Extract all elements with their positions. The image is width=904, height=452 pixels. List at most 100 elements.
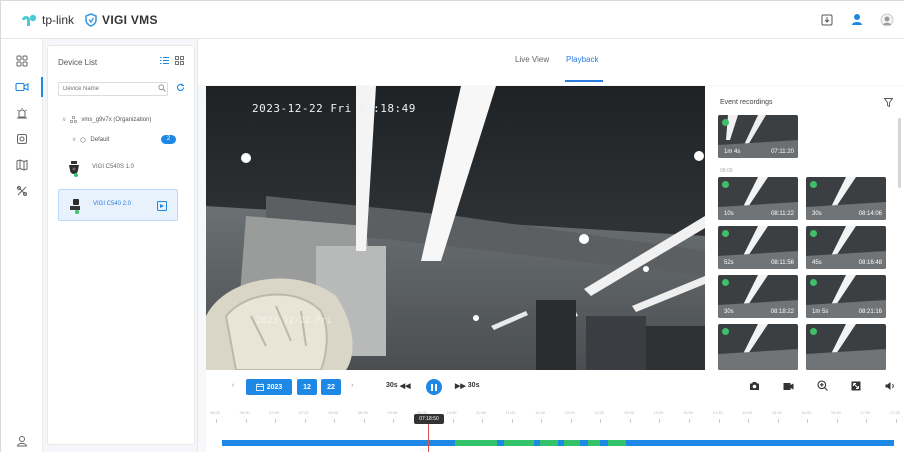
event-thumbnail[interactable] [718, 324, 798, 370]
timeline-tick [896, 419, 897, 423]
timeline-tick [334, 419, 336, 423]
prev-day-chevron-icon[interactable]: ‹ [232, 382, 234, 389]
event-segment [588, 440, 600, 446]
forward-label: 30s [467, 382, 480, 389]
timeline-tick-label: 06:30 [239, 410, 250, 415]
tab-live-view[interactable]: Live View [515, 55, 549, 64]
event-thumbnail[interactable]: 45s 08:16:48 [806, 226, 886, 269]
top-right-tools [819, 12, 895, 28]
grid-view-icon[interactable] [175, 56, 184, 65]
event-thumbnail[interactable]: 30s 08:18:22 [718, 275, 798, 318]
notification-icon[interactable] [849, 12, 865, 28]
device-item-c540s[interactable]: VIGI C540S 1.0 [58, 153, 178, 185]
pause-button[interactable] [426, 379, 442, 395]
timeline-tick [452, 419, 454, 423]
group-label: Default [90, 136, 110, 143]
timeline-tick [304, 419, 306, 423]
timeline-tick [216, 419, 217, 423]
event-type-icon [722, 230, 729, 237]
product-name: VIGI VMS [102, 12, 158, 27]
event-time: 07:11:20 [771, 149, 794, 155]
chevron-down-icon: ∨ [62, 117, 67, 123]
snapshot-camera-icon[interactable] [749, 381, 760, 391]
main-area: Live View Playback 2023-12-22 Fri 07:18:… [198, 39, 904, 452]
nav-tools[interactable] [1, 179, 43, 203]
camera-feed-image [206, 86, 705, 370]
timeline-tick [275, 419, 277, 423]
timeline-tick [541, 419, 543, 423]
timeline-tick [866, 419, 868, 423]
device-name: VIGI C540 2.0 [93, 201, 132, 207]
event-duration: 1m 5s [812, 309, 829, 315]
event-type-icon [722, 181, 729, 188]
timeline-ruler: 06:00 06:30 07:00 07:30 08:00 08:30 09:00 09:30… [206, 410, 904, 426]
event-time: 08:11:56 [771, 260, 794, 266]
event-thumbnail[interactable] [806, 324, 886, 370]
event-type-icon [810, 181, 817, 188]
tree-organization[interactable]: ∨ vms_g9v7x (Organization) [62, 116, 151, 123]
event-thumbnail[interactable]: 52s 08:11:56 [718, 226, 798, 269]
list-view-icon[interactable] [160, 56, 169, 65]
organization-icon [70, 116, 78, 123]
event-time: 08:11:22 [771, 211, 794, 217]
nav-dashboard[interactable] [1, 49, 43, 73]
playback-timeline[interactable]: 06:00 06:30 07:00 07:30 08:00 08:30 09:00 09:30… [206, 402, 904, 452]
event-duration: 52s [724, 260, 734, 266]
zoom-in-icon[interactable] [817, 380, 828, 391]
event-duration: 30s [724, 309, 734, 315]
group-count-badge: 2 [161, 135, 176, 144]
device-name: VIGI C540S 1.0 [92, 164, 135, 170]
refresh-icon[interactable] [176, 83, 185, 92]
event-thumbnail[interactable]: 1m 4s 07:11:20 [718, 115, 798, 158]
forward-button[interactable]: ▶▶ 30s [455, 382, 479, 390]
event-segment [455, 440, 497, 446]
device-box-icon [17, 134, 27, 144]
recording-track[interactable] [222, 440, 894, 446]
event-time: 08:14:06 [858, 211, 882, 217]
device-search-input[interactable] [58, 82, 168, 96]
timeline-tick-label: 15:00 [742, 410, 753, 415]
tplink-logo-icon [22, 14, 37, 26]
month-picker[interactable]: 12 [297, 379, 317, 395]
event-duration: 45s [812, 260, 822, 266]
view-tabs: Live View Playback [198, 39, 904, 85]
event-segment [564, 440, 580, 446]
video-player[interactable]: 2023-12-22 Fri 07:18:49 2023-12-22 Fri [206, 86, 705, 370]
event-time: 08:21:16 [858, 309, 882, 315]
tab-playback[interactable]: Playback [566, 55, 598, 64]
event-type-icon [722, 279, 729, 286]
playhead-line[interactable] [428, 420, 429, 452]
search-icon[interactable] [158, 84, 166, 92]
nav-user[interactable] [1, 429, 43, 452]
device-item-c540[interactable]: VIGI C540 2.0 [58, 189, 178, 221]
fullscreen-icon[interactable] [851, 381, 861, 391]
record-video-icon[interactable] [783, 382, 794, 391]
vigi-shield-icon [85, 12, 97, 27]
timeline-tick-label: 14:30 [712, 410, 723, 415]
active-tab-indicator [565, 80, 603, 82]
next-day-chevron-icon[interactable]: › [351, 382, 353, 389]
event-thumbnail[interactable]: 10s 08:11:22 [718, 177, 798, 220]
day-picker[interactable]: 22 [321, 379, 341, 395]
nav-map[interactable] [1, 153, 43, 177]
year-picker[interactable]: 2023 [246, 379, 292, 395]
nav-device[interactable] [1, 127, 43, 151]
nav-alarm[interactable] [1, 101, 43, 125]
rewind-icon: ◀◀ [399, 383, 411, 390]
timeline-tick-label: 07:00 [269, 410, 280, 415]
user-avatar-icon[interactable] [879, 12, 895, 28]
event-list-scrollbar[interactable] [898, 118, 901, 188]
filter-icon[interactable] [884, 98, 893, 107]
playback-device-icon[interactable] [157, 201, 167, 211]
timeline-tick [482, 419, 484, 423]
event-duration: 10s [724, 211, 734, 217]
timeline-tick-label: 07:30 [298, 410, 309, 415]
nav-video[interactable] [1, 75, 43, 99]
event-thumbnail[interactable]: 30s 08:14:06 [806, 177, 886, 220]
event-thumbnail[interactable]: 1m 5s 08:21:16 [806, 275, 886, 318]
download-icon[interactable] [819, 12, 835, 28]
rewind-button[interactable]: 30s ◀◀ [386, 382, 410, 390]
volume-icon[interactable] [885, 381, 896, 391]
tree-group-default[interactable]: ∨ Default [72, 136, 110, 144]
timeline-tick-label: 17:00 [860, 410, 871, 415]
